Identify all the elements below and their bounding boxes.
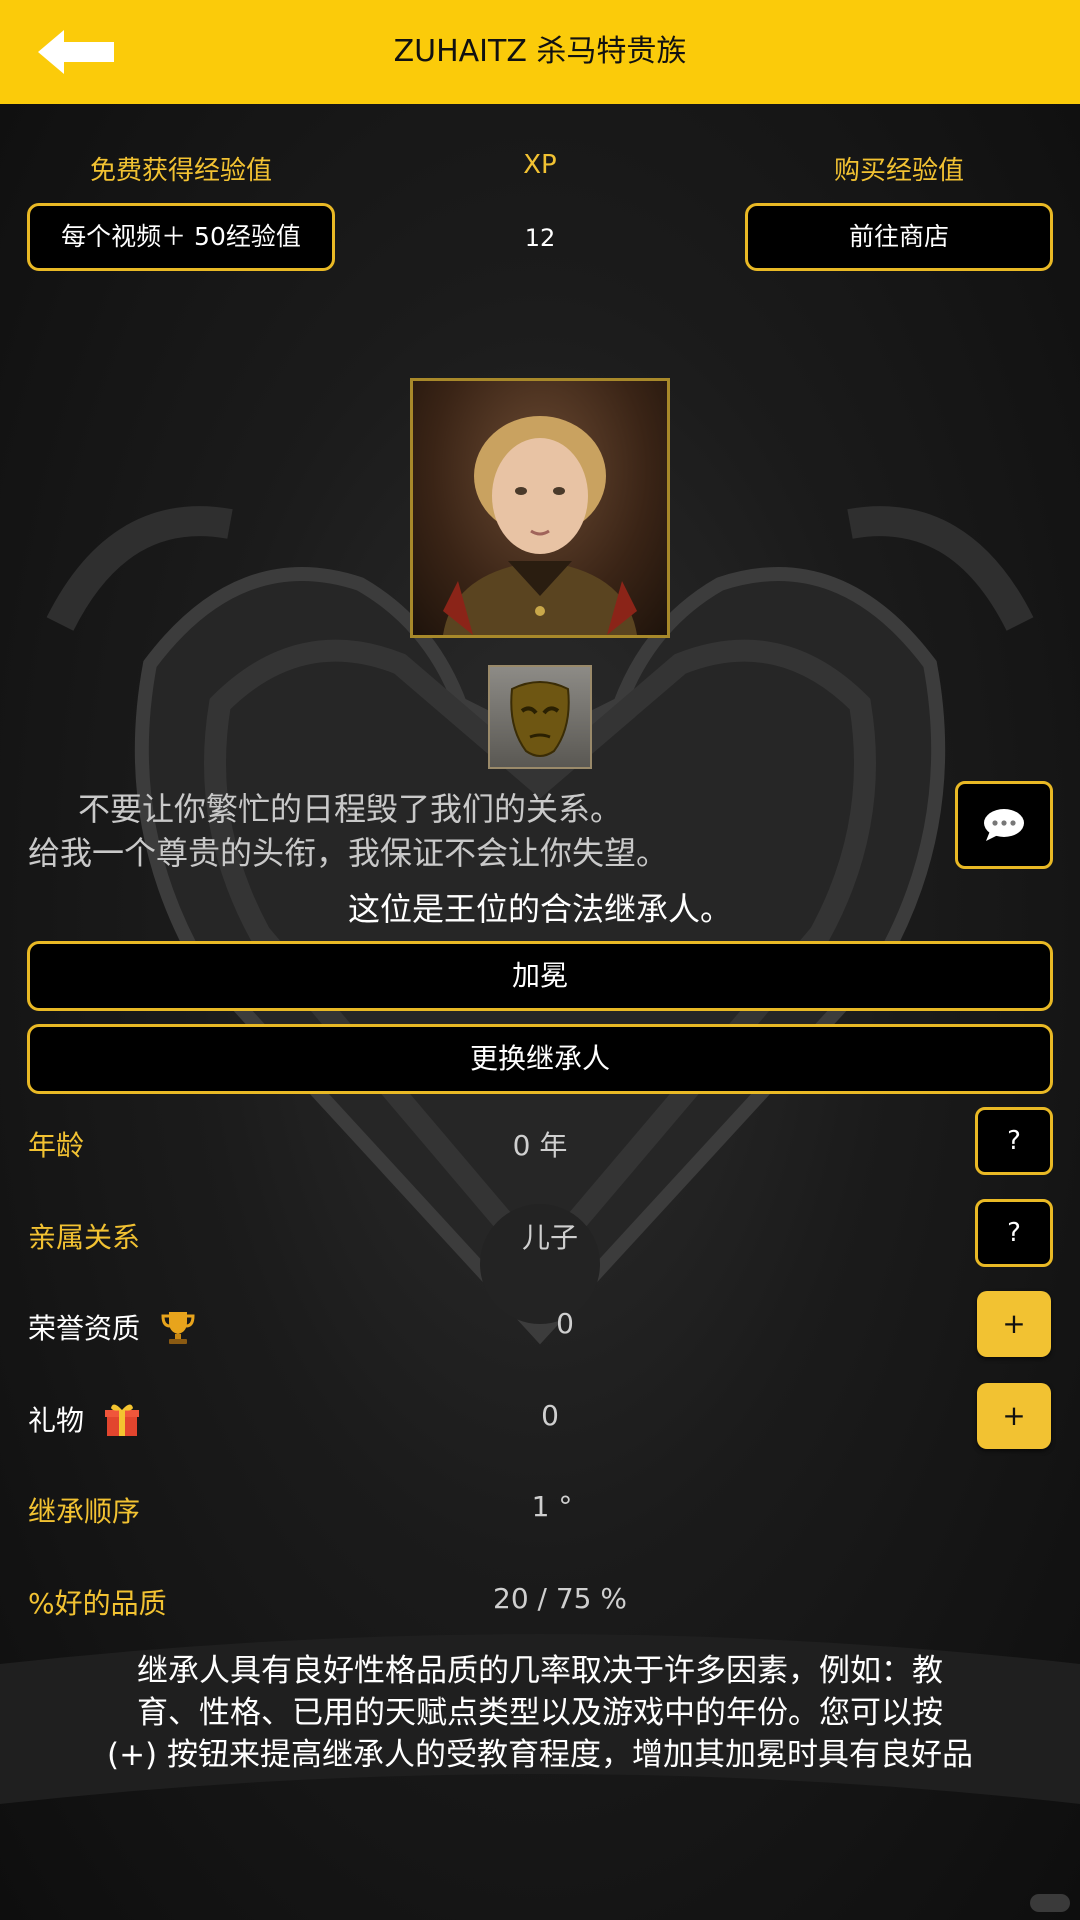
xp-value: 12 (524, 224, 556, 252)
crest-ornament (0, 506, 1080, 1804)
age-label: 年龄 (28, 1129, 85, 1162)
mask-icon (510, 681, 570, 757)
child-portrait-image (443, 416, 637, 635)
age-value: 0 年 (512, 1129, 568, 1162)
heir-quote-line1: 不要让你繁忙的日程毁了我们的关系。 (78, 790, 623, 828)
description-line-3: (+) 按钮来提高继承人的受教育程度，增加其加冕时具有良好品 (106, 1737, 973, 1773)
trophy-icon (159, 1308, 197, 1353)
succession-order-value: 1 ° (531, 1490, 573, 1523)
gift-plus-button[interactable]: + (977, 1383, 1051, 1449)
honor-plus-button[interactable]: + (977, 1291, 1051, 1357)
heir-quote-line2: 给我一个尊贵的头衔，我保证不会让你失望。 (28, 834, 669, 872)
succession-order-label: 继承顺序 (28, 1495, 141, 1528)
watermark-badge (1030, 1894, 1070, 1912)
go-to-shop-button[interactable]: 前往商店 (745, 203, 1053, 271)
good-quality-value: 20 / 75 % (493, 1582, 627, 1615)
watch-video-button[interactable]: 每个视频＋ 50经验值 (27, 203, 335, 271)
honor-label: 荣誉资质 (28, 1312, 141, 1345)
good-quality-label: %好的品质 (28, 1587, 167, 1620)
gift-label: 礼物 (28, 1404, 85, 1437)
honor-row: 荣誉资质 (28, 1307, 197, 1353)
age-help-button[interactable]: ? (975, 1107, 1053, 1175)
free-xp-label: 免费获得经验值 (89, 156, 272, 186)
change-heir-button[interactable]: 更换继承人 (27, 1024, 1053, 1094)
gift-row: 礼物 (28, 1399, 141, 1445)
gift-icon (103, 1400, 141, 1445)
description-line-1: 继承人具有良好性格品质的几率取决于许多因素，例如：教 (137, 1653, 943, 1689)
relation-value: 儿子 (521, 1221, 578, 1254)
heir-description: 继承人具有良好性格品质的几率取决于许多因素，例如：教 育、性格、已用的天赋点类型… (28, 1650, 1052, 1776)
personality-mask (488, 665, 592, 769)
relation-label: 亲属关系 (28, 1221, 141, 1254)
chat-button[interactable] (955, 781, 1053, 869)
crown-button[interactable]: 加冕 (27, 941, 1053, 1011)
relation-help-button[interactable]: ? (975, 1199, 1053, 1267)
buy-xp-label: 购买经验值 (833, 156, 964, 186)
top-bar: ZUHAITZ 杀马特贵族 (0, 0, 1080, 104)
speech-bubble-icon (984, 809, 1024, 841)
description-line-2: 育、性格、已用的天赋点类型以及游戏中的年份。您可以按 (137, 1695, 943, 1731)
page-title: ZUHAITZ 杀马特贵族 (393, 34, 687, 69)
honor-value: 0 (556, 1307, 574, 1340)
legitimacy-text: 这位是王位的合法继承人。 (347, 890, 732, 928)
xp-label: XP (523, 150, 557, 180)
heir-portrait (410, 378, 670, 638)
background-crest (0, 104, 1080, 1920)
gift-value: 0 (541, 1399, 559, 1432)
